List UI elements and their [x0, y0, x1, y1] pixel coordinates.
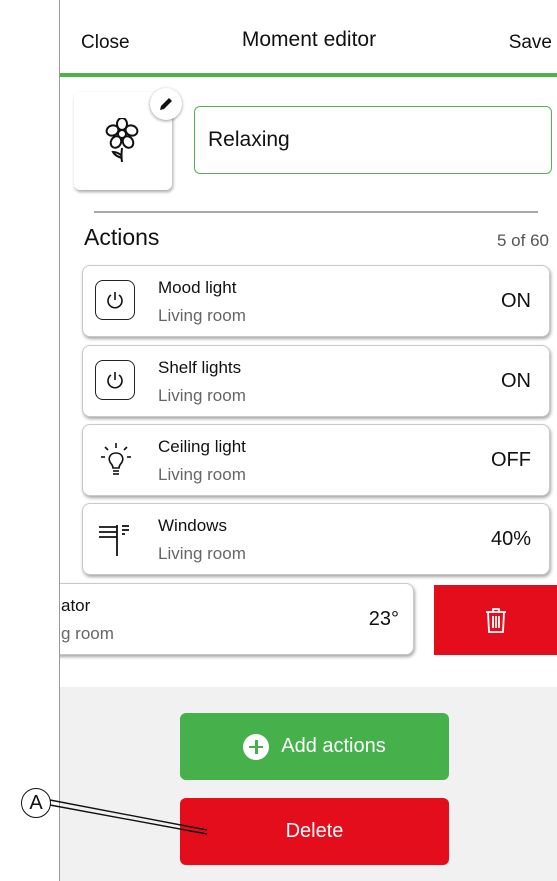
action-item-ceiling-light[interactable]: Ceiling light Living room OFF: [82, 424, 550, 496]
plus-icon: [243, 733, 270, 760]
action-name: Shelf lights: [158, 358, 242, 377]
action-room: Living room: [158, 386, 246, 405]
delete-action-button[interactable]: [434, 585, 557, 655]
power-icon: [107, 292, 123, 309]
add-actions-button[interactable]: Add actions: [180, 713, 449, 780]
phone-screen: Close Moment editor Save Relaxing Action…: [59, 0, 557, 881]
callout-marker: A: [21, 788, 51, 818]
save-button[interactable]: Save: [509, 32, 552, 54]
action-name: Ceiling light: [158, 437, 246, 456]
light-bulb-icon-box: [95, 439, 137, 481]
actions-heading: Actions: [84, 224, 160, 250]
edit-icon-button[interactable]: [150, 88, 182, 120]
action-name: Mood light: [158, 278, 237, 297]
power-icon: [107, 372, 123, 389]
power-icon-box: [95, 280, 137, 322]
callout-label: A: [29, 791, 43, 814]
action-value: OFF: [491, 449, 531, 471]
moment-name-input[interactable]: Relaxing: [194, 106, 552, 174]
action-item-windows[interactable]: Windows Living room 40%: [82, 503, 550, 575]
action-value: 40%: [490, 528, 531, 550]
action-name: Windows: [158, 516, 227, 535]
trash-icon: [486, 608, 506, 633]
delete-label: Delete: [285, 820, 344, 842]
action-item-mood-light[interactable]: Mood light Living room ON: [82, 265, 550, 337]
action-item-shelf-lights[interactable]: Shelf lights Living room ON: [82, 345, 550, 417]
action-room: Living room: [158, 465, 246, 484]
actions-count: 5 of 60: [497, 231, 549, 250]
action-name: ator: [61, 596, 91, 615]
blinds-icon: [99, 525, 129, 556]
action-room: Living room: [158, 306, 246, 325]
power-icon-box: [95, 360, 137, 402]
action-value: 23°: [368, 608, 399, 630]
action-value: ON: [501, 290, 531, 312]
light-bulb-icon: [101, 443, 131, 475]
top-bar: Close Moment editor Save: [60, 0, 557, 74]
pencil-icon: [160, 98, 172, 110]
section-divider: [94, 211, 538, 213]
delete-button[interactable]: Delete: [180, 798, 449, 865]
page-title: Moment editor: [241, 28, 377, 51]
action-value: ON: [501, 370, 531, 392]
action-room: g room: [61, 624, 114, 643]
blinds-icon-box: [95, 518, 137, 560]
flower-icon: [105, 118, 139, 163]
header-divider: [60, 73, 557, 77]
action-item-swiped[interactable]: ator g room 23°: [60, 583, 414, 655]
action-room: Living room: [158, 544, 246, 563]
moment-name-value: Relaxing: [208, 128, 290, 151]
add-actions-label: Add actions: [281, 735, 386, 757]
